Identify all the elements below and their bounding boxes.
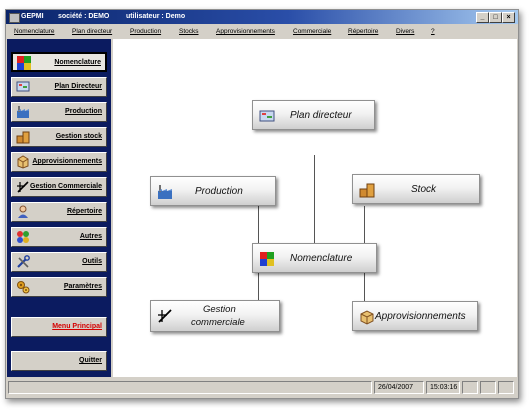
sidebar-button-label: Autres: [79, 233, 102, 240]
status-pane: [498, 381, 514, 394]
nomenclature-icon: [260, 252, 274, 266]
node-gestion-commerciale[interactable]: Gestion commerciale: [150, 300, 280, 332]
menu-principal-button[interactable]: Menu Principal: [11, 317, 107, 337]
company-label: société : DEMO: [58, 13, 110, 20]
plan-directeur-icon: [259, 110, 275, 122]
menu-stocks[interactable]: Stocks: [179, 28, 199, 35]
node-stock[interactable]: Stock: [352, 174, 480, 204]
menu-commerciale[interactable]: Commerciale: [293, 28, 331, 35]
diagram-area: Plan directeur Production Stock Nomencla…: [113, 39, 517, 377]
status-pane: [462, 381, 478, 394]
sidebar-button-label: Production: [65, 108, 102, 115]
node-nomenclature[interactable]: Nomenclature: [252, 243, 377, 273]
directory-icon: [18, 205, 28, 218]
node-production[interactable]: Production: [150, 176, 276, 206]
menu-bar: Nomenclature Plan directeur Production S…: [6, 25, 518, 38]
sidebar-button-label: Répertoire: [66, 208, 102, 215]
supply-icon: [360, 310, 374, 325]
maximize-button[interactable]: □: [489, 12, 502, 23]
status-pane: [8, 381, 372, 394]
app-window: GEPMI société : DEMO utilisateur : Demo …: [5, 9, 519, 399]
sidebar-button-autres[interactable]: Autres: [11, 227, 107, 247]
menu-help[interactable]: ?: [431, 28, 435, 35]
sidebar-button-label: Gestion stock: [55, 133, 102, 140]
app-title: GEPMI: [21, 13, 44, 20]
menu-production[interactable]: Production: [130, 28, 161, 35]
node-label: Production: [195, 186, 243, 197]
sidebar-button-outils[interactable]: Outils: [11, 252, 107, 272]
factory-icon: [158, 185, 172, 199]
node-label: commerciale: [191, 317, 245, 328]
node-label: Stock: [411, 184, 437, 195]
sidebar-button-label: Outils: [82, 258, 102, 265]
sidebar-button-approvisionnements[interactable]: Approvisionnements: [11, 152, 107, 172]
stock-icon: [359, 183, 375, 198]
close-button[interactable]: ×: [502, 12, 515, 23]
menu-principal-label: Menu Principal: [52, 323, 102, 330]
node-approvisionnements[interactable]: Approvisionnements: [352, 301, 478, 331]
menu-repertoire[interactable]: Répertoire: [348, 28, 378, 35]
sidebar-button-production[interactable]: Production: [11, 102, 107, 122]
menu-plan-directeur[interactable]: Plan directeur: [72, 28, 112, 35]
sidebar-button-label: Approvisionnements: [32, 158, 102, 165]
sidebar-button-parametres[interactable]: Paramètres: [11, 277, 107, 297]
quit-label: Quitter: [79, 357, 102, 364]
user-label: utilisateur : Demo: [126, 13, 186, 20]
sidebar-button-gestion-stock[interactable]: Gestion stock: [11, 127, 107, 147]
status-date-pane: 26/04/2007: [374, 381, 424, 394]
node-label: Approvisionnements: [375, 311, 466, 322]
misc-icon: [17, 231, 29, 243]
sidebar-button-label: Paramètres: [63, 283, 102, 290]
nomenclature-icon: [17, 56, 31, 70]
status-bar: 26/04/2007 15:03:16: [6, 378, 518, 398]
menu-divers[interactable]: Divers: [396, 28, 414, 35]
sidebar-button-repertoire[interactable]: Répertoire: [11, 202, 107, 222]
sidebar-button-plan-directeur[interactable]: Plan Directeur: [11, 77, 107, 97]
title-bar: GEPMI société : DEMO utilisateur : Demo …: [6, 10, 518, 24]
sidebar: Nomenclature Plan Directeur Production G…: [7, 39, 111, 377]
status-pane: [480, 381, 496, 394]
supply-icon: [17, 155, 29, 169]
sidebar-button-label: Nomenclature: [54, 59, 101, 66]
sidebar-button-nomenclature[interactable]: Nomenclature: [11, 52, 107, 72]
sidebar-button-label: Gestion Commerciale: [30, 183, 102, 190]
sidebar-button-gestion-commerciale[interactable]: Gestion Commerciale: [11, 177, 107, 197]
menu-nomenclature[interactable]: Nomenclature: [14, 28, 54, 35]
node-label: Plan directeur: [290, 110, 352, 121]
commercial-icon: [158, 309, 172, 323]
stock-icon: [16, 131, 30, 144]
factory-icon: [17, 106, 29, 118]
sidebar-button-label: Plan Directeur: [54, 83, 102, 90]
tools-icon: [17, 255, 30, 268]
minimize-button[interactable]: _: [476, 12, 489, 23]
status-date: 26/04/2007: [378, 384, 414, 391]
settings-icon: [17, 281, 30, 294]
plan-directeur-icon: [16, 81, 30, 92]
node-label: Gestion: [203, 304, 236, 315]
commercial-icon: [17, 181, 29, 193]
app-icon: [9, 13, 20, 23]
node-label: Nomenclature: [290, 253, 353, 264]
quit-button[interactable]: Quitter: [11, 351, 107, 371]
status-time-pane: 15:03:16: [426, 381, 460, 394]
node-plan-directeur[interactable]: Plan directeur: [252, 100, 375, 130]
status-time: 15:03:16: [430, 384, 458, 391]
menu-approvisionnements[interactable]: Approvisionnements: [216, 28, 275, 35]
